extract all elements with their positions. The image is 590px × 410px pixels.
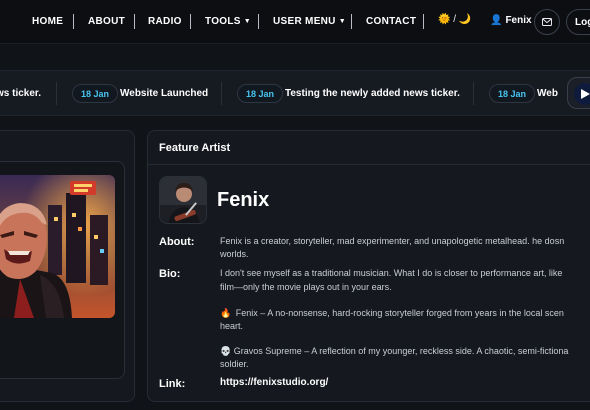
top-navigation: HOME ABOUT RADIO TOOLS ▼ USER MENU ▼ CONTA… <box>0 0 590 44</box>
about-text-line: Fenix is a creator, storyteller, mad exp… <box>220 236 565 246</box>
artwork-frame <box>0 161 125 379</box>
artwork-illustration <box>0 175 115 318</box>
bio-label: Bio: <box>159 268 181 280</box>
nav-separator <box>423 14 424 29</box>
news-ticker: ws ticker. 18 Jan Website Launched 18 Ja… <box>0 70 590 116</box>
skull-icon: 💀 <box>220 346 232 356</box>
login-button[interactable]: Log <box>566 9 590 35</box>
persona-fenix-text: Fenix – A no-nonsense, hard-rocking stor… <box>235 308 564 318</box>
nav-user-menu[interactable]: USER MENU ▼ <box>273 16 346 27</box>
play-icon <box>581 89 590 99</box>
mail-button[interactable] <box>534 9 560 35</box>
persona-gravos-line: 💀 Gravos Supreme – A reflection of my yo… <box>220 345 568 358</box>
artwork-card <box>0 130 135 402</box>
ticker-play-button[interactable] <box>567 77 590 109</box>
ticker-item-text: Testing the newly added news ticker. <box>285 88 460 99</box>
user-icon: 👤 <box>490 15 503 26</box>
nav-home[interactable]: HOME <box>32 16 63 27</box>
nav-separator <box>134 14 135 29</box>
nav-tools[interactable]: TOOLS ▼ <box>205 16 251 27</box>
nav-radio[interactable]: RADIO <box>148 16 182 27</box>
nav-separator <box>351 14 352 29</box>
nav-separator <box>258 14 259 29</box>
artist-website-link[interactable]: https://fenixstudio.org/ <box>220 377 328 388</box>
ticker-divider <box>473 82 474 105</box>
bio-text-line: film—only the movie plays out in your ea… <box>220 282 392 292</box>
persona-gravos-line: soldier. <box>220 359 249 369</box>
user-name: Fenix <box>505 15 532 26</box>
feature-artist-card: Feature Artist Fenix About: Fenix is a c… <box>147 130 590 402</box>
link-label: Link: <box>159 378 186 390</box>
feature-artist-heading: Feature Artist <box>159 142 231 154</box>
ticker-item-text: ws ticker. <box>0 88 42 99</box>
artist-artwork-image[interactable] <box>0 175 115 318</box>
ticker-divider <box>56 82 57 105</box>
artist-avatar[interactable] <box>159 176 207 224</box>
bio-text-line: I don't see myself as a traditional musi… <box>220 268 563 278</box>
nav-contact[interactable]: CONTACT <box>366 16 416 27</box>
fire-icon: 🔥 <box>220 308 232 318</box>
feature-artist-header: Feature Artist <box>148 131 590 165</box>
theme-toggle[interactable]: 🌞 / 🌙 <box>438 14 471 25</box>
play-icon-circle <box>574 83 590 105</box>
ticker-divider <box>221 82 222 105</box>
artist-avatar-illustration <box>160 177 206 223</box>
ticker-item-text: Website Launched <box>120 88 209 99</box>
user-link[interactable]: 👤 Fenix <box>490 15 532 26</box>
nav-tools-label: TOOLS <box>205 16 241 27</box>
persona-gravos-text: Gravos Supreme – A reflection of my youn… <box>233 346 569 356</box>
nav-about[interactable]: ABOUT <box>88 16 125 27</box>
artist-name: Fenix <box>217 189 270 211</box>
nav-separator <box>190 14 191 29</box>
chevron-down-icon: ▼ <box>338 18 346 25</box>
nav-separator <box>73 14 74 29</box>
about-label: About: <box>159 236 195 248</box>
persona-fenix-line: 🔥 Fenix – A no-nonsense, hard-rocking st… <box>220 307 564 320</box>
ticker-date-badge: 18 Jan <box>489 84 536 103</box>
persona-fenix-line: heart. <box>220 321 244 331</box>
ticker-date-badge: 18 Jan <box>72 84 119 103</box>
about-text-line: worlds. <box>220 249 249 259</box>
chevron-down-icon: ▼ <box>243 18 251 25</box>
nav-user-menu-label: USER MENU <box>273 16 336 27</box>
ticker-item-text: Web <box>537 88 558 99</box>
ticker-date-badge: 18 Jan <box>237 84 284 103</box>
envelope-icon <box>542 18 552 26</box>
